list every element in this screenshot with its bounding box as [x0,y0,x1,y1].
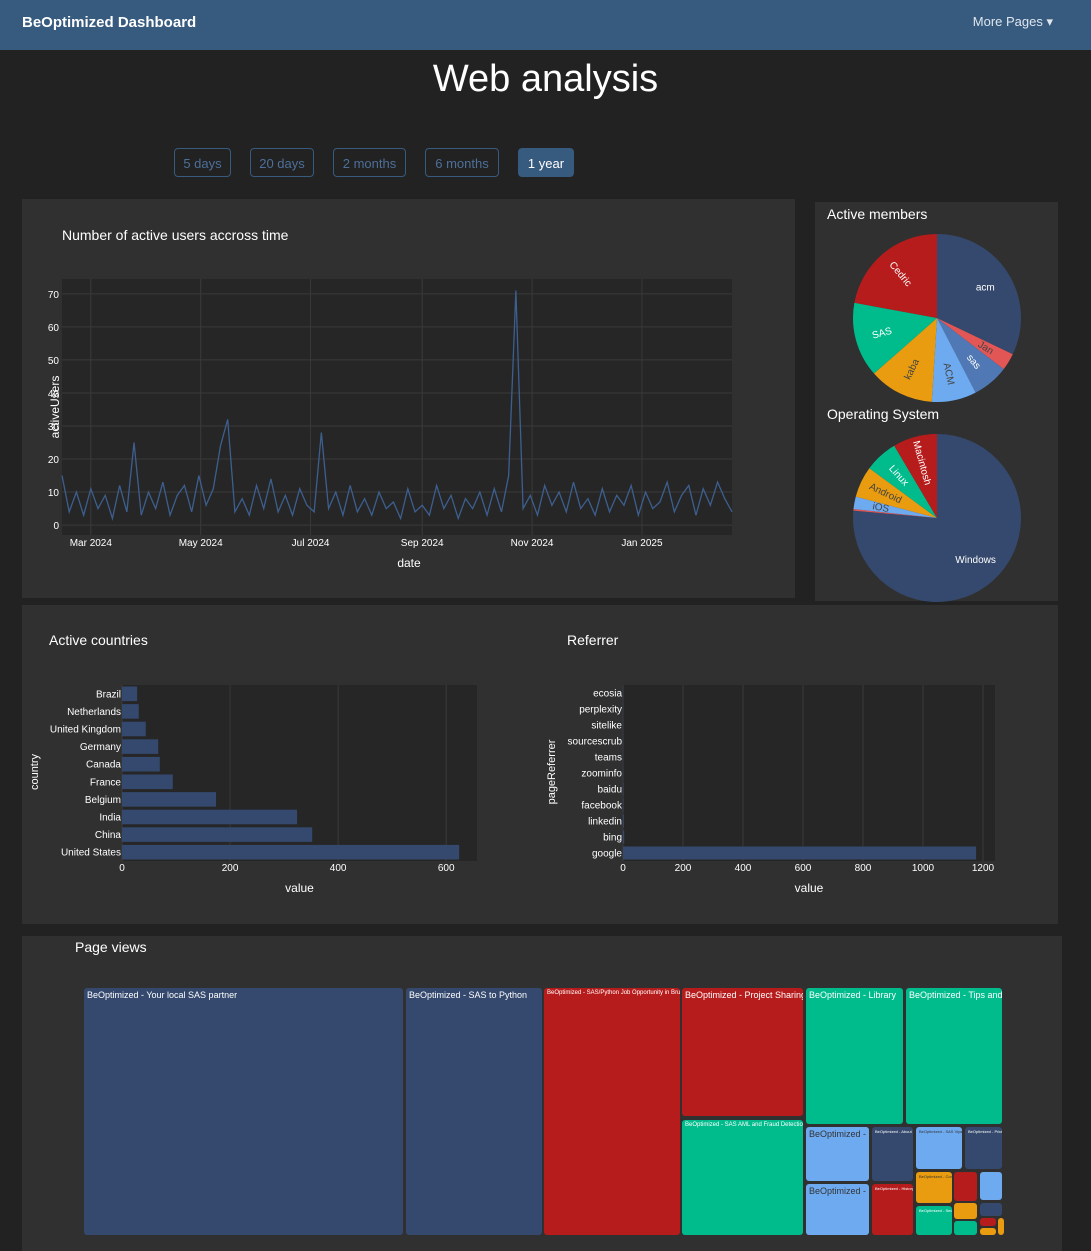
treemap-tile[interactable]: BeOptimized - Login [806,1127,869,1181]
treemap-tile[interactable] [954,1221,977,1235]
bar-China [122,827,313,842]
pie-label: acm [976,283,995,294]
tick-label: 200 [675,863,692,874]
treemap-tile[interactable]: BeOptimized - Pricing [965,1127,1002,1169]
treemap-tile[interactable] [998,1218,1004,1235]
tick-label: 200 [222,863,239,874]
bar-United Kingdom [122,721,146,737]
tick-label: 0 [620,863,626,874]
tick-label: 600 [438,863,455,874]
bar-United States [122,844,460,860]
x-axis-label: value [285,881,314,895]
treemap-tile[interactable]: BeOptimized - SAS to Python [406,988,542,1235]
treemap-tile[interactable]: BeOptimized - Contact [806,1184,869,1235]
treemap-tile[interactable]: BeOptimized - SAS Viya [916,1127,962,1169]
y-axis-label: pageReferrer [546,739,558,804]
bar-google [623,846,977,860]
category-label: bing [603,833,622,844]
bar-Netherlands [122,704,139,719]
bar-Brazil [122,686,138,702]
treemap-tile[interactable]: BeOptimized - Consulting [916,1172,952,1203]
treemap-tile[interactable] [954,1203,977,1219]
category-label: United States [61,848,121,859]
category-label: China [95,830,122,841]
bar-France [122,774,173,790]
bar-bing [623,830,625,844]
category-label: Germany [80,742,121,753]
category-label: sourcescrub [568,737,623,748]
treemap-tile[interactable] [980,1228,996,1235]
category-label: google [592,849,622,860]
category-label: sitelike [591,721,622,732]
plot-area [623,685,995,861]
treemap-tile[interactable] [980,1218,996,1226]
bar-linkedin [623,814,624,828]
category-label: France [90,777,122,788]
tick-label: 0 [119,863,125,874]
category-label: Netherlands [67,707,121,718]
treemap-tile[interactable]: BeOptimized - SAS/Python Job Opportunity… [544,988,680,1235]
category-label: Belgium [85,795,121,806]
category-label: India [99,813,121,824]
treemap-tile[interactable]: BeOptimized - Tips and Tricks [906,988,1002,1124]
tick-label: 1200 [972,863,995,874]
bar-baidu [623,782,624,796]
treemap-tile[interactable]: BeOptimized - Library [806,988,903,1124]
tick-label: 1000 [912,863,935,874]
category-label: linkedin [588,817,622,828]
category-label: baidu [598,785,622,796]
category-label: Brazil [96,689,121,700]
pie-label: Windows [955,555,996,566]
treemap-tile[interactable] [954,1172,977,1201]
treemap-tile[interactable]: BeOptimized - History [872,1184,913,1235]
category-label: zoominfo [581,769,622,780]
bar-Germany [122,739,159,754]
tick-label: 400 [735,863,752,874]
bar-India [122,809,298,825]
category-label: ecosia [593,689,622,700]
category-label: facebook [581,801,623,812]
x-axis-label: value [795,881,824,895]
category-label: Canada [86,760,121,771]
treemap-tile[interactable]: BeOptimized - About [872,1127,913,1181]
bar-Belgium [122,792,217,807]
tick-label: 600 [795,863,812,874]
treemap-tile[interactable]: BeOptimized - Your local SAS partner [84,988,403,1235]
category-label: perplexity [579,705,622,716]
tick-label: 400 [330,863,347,874]
category-label: teams [595,753,622,764]
bar-facebook [623,798,624,812]
treemap-tile[interactable]: BeOptimized - Security [916,1206,952,1235]
treemap-tile[interactable] [980,1203,1002,1216]
bar-Canada [122,756,160,772]
treemap-tile[interactable] [980,1172,1002,1200]
treemap-tile[interactable]: BeOptimized - Project Sharing [682,988,803,1116]
category-label: United Kingdom [50,725,121,736]
y-axis-label: country [29,753,41,790]
tick-label: 800 [855,863,872,874]
treemap-tile[interactable]: BeOptimized - SAS AML and Fraud Detectio… [682,1120,803,1235]
